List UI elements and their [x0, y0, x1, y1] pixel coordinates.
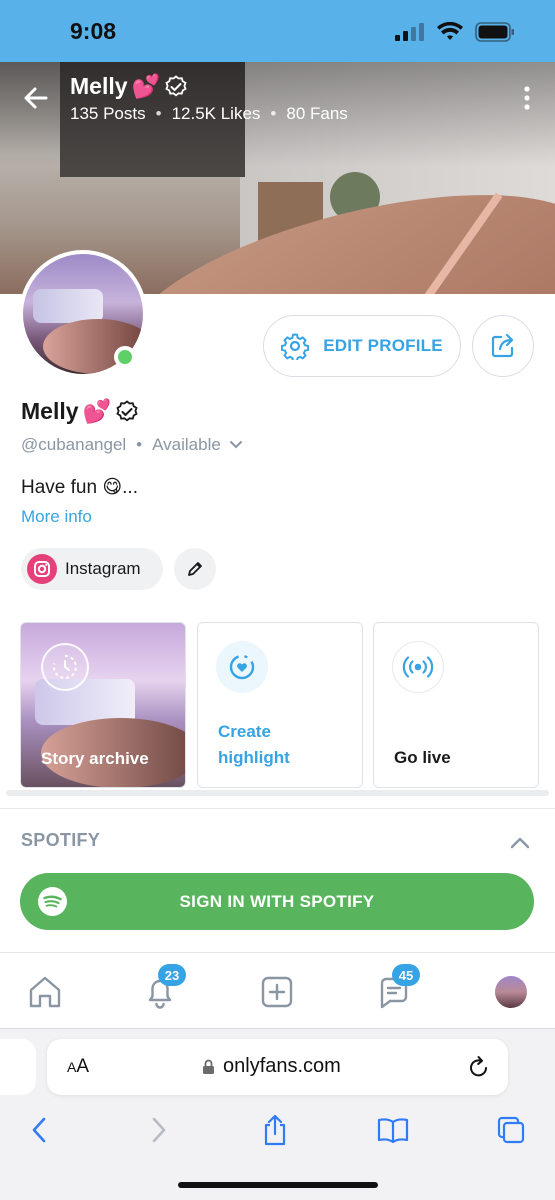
previous-tab-preview[interactable] [0, 1039, 36, 1095]
edit-social-links-button[interactable] [174, 548, 216, 590]
username-handle: @cubanangel [21, 435, 127, 454]
status-icons [395, 22, 515, 42]
bottom-divider [0, 952, 555, 953]
sign-in-spotify-label: SIGN IN WITH SPOTIFY [179, 891, 375, 911]
back-arrow-icon[interactable] [22, 84, 50, 112]
chevron-up-icon[interactable] [509, 832, 531, 854]
broadcast-icon [392, 641, 444, 693]
instagram-icon [27, 554, 57, 584]
home-icon [29, 976, 61, 1008]
reload-icon[interactable] [468, 1055, 490, 1079]
profile-name: Melly 💕 [21, 398, 139, 425]
nav-profile[interactable] [491, 972, 531, 1012]
chevron-right-icon [152, 1117, 166, 1143]
verified-badge-icon [165, 74, 187, 96]
chevron-down-icon [229, 441, 242, 449]
header-stats: 135 Posts • 12.5K Likes • 80 Fans [70, 104, 348, 124]
cellular-signal-icon [395, 23, 424, 41]
edit-profile-button[interactable]: EDIT PROFILE [263, 315, 461, 377]
tiles-scrollbar[interactable] [6, 790, 549, 796]
add-post-icon [261, 976, 293, 1008]
home-indicator[interactable] [178, 1182, 378, 1188]
header-name-text: Melly [70, 73, 128, 99]
chevron-left-icon [32, 1117, 46, 1143]
share-icon [491, 333, 514, 358]
highlight-heart-icon [216, 641, 268, 693]
spotify-section-title: SPOTIFY [21, 830, 101, 850]
battery-icon [475, 22, 514, 42]
browser-tabs-button[interactable] [494, 1113, 528, 1147]
story-archive-tile[interactable]: Story archive [20, 622, 186, 788]
profile-bio: Have fun 😋... [21, 477, 138, 498]
status-time: 9:08 [70, 18, 117, 44]
share-profile-button[interactable] [472, 315, 534, 377]
browser-forward-button[interactable] [142, 1113, 176, 1147]
nav-home[interactable] [25, 972, 65, 1012]
likes-count: 12.5K Likes [171, 104, 261, 123]
browser-chrome: AA onlyfans.com [0, 1028, 555, 1200]
go-live-tile[interactable]: Go live [373, 622, 539, 788]
profile-avatar-icon [495, 976, 527, 1008]
hearts-emoji: 💕 [131, 73, 161, 99]
browser-bookmarks-button[interactable] [376, 1113, 410, 1147]
aa-small: A [67, 1059, 77, 1075]
share-sheet-icon [264, 1114, 286, 1146]
stats-separator: • [270, 104, 277, 123]
url-text: onlyfans.com [223, 1055, 341, 1077]
nav-messages[interactable]: 45 [374, 964, 420, 1012]
gear-icon [281, 333, 310, 360]
messages-badge: 45 [392, 964, 420, 986]
browser-back-button[interactable] [22, 1113, 56, 1147]
wifi-icon [437, 22, 463, 40]
handle-row: @cubanangel • Available [21, 435, 243, 455]
stats-separator: • [155, 104, 162, 123]
browser-share-button[interactable] [258, 1113, 292, 1147]
nav-new-post[interactable] [257, 972, 297, 1012]
posts-count: 135 Posts [70, 104, 146, 123]
story-archive-clock-icon [41, 643, 89, 691]
tabs-icon [497, 1116, 525, 1144]
instagram-label: Instagram [65, 559, 141, 578]
sign-in-spotify-button[interactable]: SIGN IN WITH SPOTIFY [20, 873, 534, 930]
fans-count: 80 Fans [286, 104, 348, 123]
availability-dropdown[interactable]: Available [152, 435, 243, 455]
availability-label: Available [152, 435, 221, 454]
story-archive-label: Story archive [41, 749, 149, 768]
reader-text-size-button[interactable]: AA [67, 1056, 89, 1078]
nav-notifications[interactable]: 23 [140, 964, 186, 1012]
section-divider [0, 808, 555, 809]
create-highlight-label: Create highlight [218, 722, 290, 767]
profile-name-text: Melly [21, 398, 79, 424]
hearts-emoji: 💕 [82, 398, 112, 424]
more-info-link[interactable]: More info [21, 507, 92, 527]
create-highlight-tile[interactable]: Create highlight [197, 622, 363, 788]
instagram-link[interactable]: Instagram [21, 548, 163, 590]
lock-icon [203, 1059, 214, 1074]
edit-profile-label: EDIT PROFILE [323, 336, 443, 355]
status-bar: 9:08 [0, 0, 555, 62]
notifications-badge: 23 [158, 964, 186, 986]
address-bar[interactable]: AA onlyfans.com [47, 1039, 508, 1095]
more-options-icon[interactable] [523, 86, 531, 110]
go-live-label: Go live [394, 748, 451, 767]
verified-badge-icon [116, 399, 138, 421]
online-status-dot [114, 346, 136, 368]
header-name: Melly 💕 [70, 73, 188, 100]
bottom-navigation: 23 45 [0, 954, 555, 1028]
book-icon [377, 1118, 409, 1144]
aa-big: A [76, 1056, 90, 1077]
pencil-icon [188, 562, 202, 576]
spotify-icon [38, 887, 67, 916]
url-display[interactable]: onlyfans.com [202, 1055, 341, 1078]
handle-separator: • [136, 435, 143, 454]
